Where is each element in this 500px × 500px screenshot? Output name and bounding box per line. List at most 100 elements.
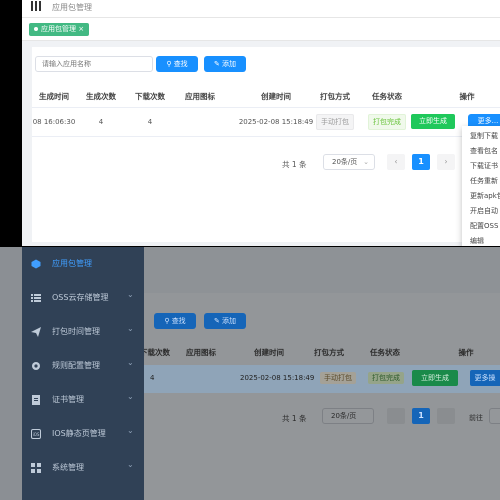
sidebar-item-rules[interactable]: 规则配置管理 ⌄ bbox=[22, 349, 144, 383]
more-button[interactable]: 更多操 bbox=[470, 370, 500, 386]
next-page-button[interactable]: › bbox=[437, 154, 455, 170]
chevron-down-icon: ⌄ bbox=[127, 290, 134, 299]
svg-text:iOS: iOS bbox=[33, 432, 40, 437]
created-time-cell: 2025-02-08 15:18:49 bbox=[240, 374, 315, 382]
package-icon bbox=[31, 259, 41, 269]
column-header[interactable]: 操作 bbox=[446, 345, 486, 361]
prev-page-button[interactable]: ‹ bbox=[387, 154, 405, 170]
sidebar: 应用包管理 OSS云存储管理 ⌄ 打包时间管理 ⌄ 规则配置管理 ⌄ 证书管理 … bbox=[22, 247, 144, 500]
chevron-down-icon: ⌄ bbox=[127, 324, 134, 333]
menu-item-copy-download[interactable]: 复制下载 bbox=[470, 131, 498, 141]
generate-now-button[interactable]: 立即生成 bbox=[411, 114, 455, 129]
gen-count-cell: 4 bbox=[98, 118, 104, 126]
column-header[interactable]: 下载次数 bbox=[126, 87, 174, 107]
certificate-icon bbox=[32, 395, 40, 405]
menu-item-config-oss[interactable]: 配置OSS bbox=[470, 221, 498, 231]
sidebar-item-label: 应用包管理 bbox=[52, 259, 92, 268]
add-button-label: 添加 bbox=[222, 60, 237, 68]
pack-mode-badge: 手动打包 bbox=[320, 372, 356, 384]
column-header[interactable]: 应用图标 bbox=[176, 345, 226, 361]
column-header[interactable]: 操作 bbox=[447, 87, 487, 107]
pack-mode-badge: 手动打包 bbox=[316, 114, 354, 130]
table-row[interactable]: 08 16:06:30 4 4 2025-02-08 15:18:49 手动打包… bbox=[32, 108, 500, 137]
generate-now-button[interactable]: 立即生成 bbox=[412, 370, 458, 386]
column-header[interactable]: 任务状态 bbox=[362, 87, 412, 107]
column-header[interactable]: 应用图标 bbox=[174, 87, 226, 107]
column-header[interactable]: 任务状态 bbox=[360, 345, 410, 361]
download-count-cell: 4 bbox=[147, 118, 153, 126]
column-header[interactable]: 生成时间 bbox=[32, 87, 76, 107]
search-input[interactable] bbox=[35, 56, 153, 72]
dimmed-main-box bbox=[144, 293, 500, 500]
goto-label: 前往 bbox=[469, 414, 483, 422]
gen-time-cell: 08 16:06:30 bbox=[32, 118, 76, 126]
menu-item-edit[interactable]: 编辑 bbox=[470, 236, 484, 246]
page-size-select[interactable]: 20条/页 bbox=[322, 408, 374, 424]
tag-label: 应用包管理 bbox=[41, 25, 76, 33]
search-icon: ⚲ bbox=[164, 317, 170, 325]
column-header[interactable]: 打包方式 bbox=[310, 87, 360, 107]
edit-icon: ✎ bbox=[213, 317, 220, 325]
gear-icon bbox=[32, 362, 40, 370]
chevron-down-icon: ⌄ bbox=[127, 426, 134, 435]
sidebar-item-app-package[interactable]: 应用包管理 bbox=[22, 247, 144, 281]
sidebar-item-pack-time[interactable]: 打包时间管理 ⌄ bbox=[22, 315, 144, 349]
tags-view-bar: 应用包管理 × bbox=[22, 18, 500, 41]
prev-page-button[interactable] bbox=[387, 408, 405, 424]
tag-dot-icon bbox=[34, 27, 38, 31]
sidebar-item-system[interactable]: 系统管理 ⌄ bbox=[22, 451, 144, 485]
status-badge: 打包完成 bbox=[368, 114, 406, 130]
add-button-label: 添加 bbox=[222, 317, 237, 325]
table-row[interactable]: 4 2025-02-08 15:18:49 手动打包 打包完成 立即生成 更多操 bbox=[144, 365, 500, 393]
chevron-down-icon: ⌄ bbox=[127, 358, 134, 367]
sidebar-item-label: 系统管理 bbox=[52, 463, 84, 472]
tag-app-package[interactable]: 应用包管理 × bbox=[29, 23, 90, 36]
top-screenshot-panel: 应用包管理 应用包管理 × ⚲ 查找 ✎ 添加 生成时间 生成次数 下载次数 应… bbox=[22, 0, 500, 246]
more-actions-menu: 复制下载 查看包名 下载证书 任务重新 更新apk包 开启自动 配置OSS 编辑 bbox=[462, 126, 500, 246]
send-icon bbox=[31, 327, 41, 337]
search-button[interactable]: ⚲ 查找 bbox=[156, 56, 198, 72]
grid-icon bbox=[31, 463, 41, 473]
bottom-screenshot-panel: ⚲ 查找 ✎ 添加 下载次数 应用图标 创建时间 打包方式 任务状态 操作 4 … bbox=[0, 247, 500, 500]
pack-mode-cell: 手动打包 bbox=[310, 108, 360, 136]
page-number[interactable]: 1 bbox=[412, 154, 430, 170]
menu-item-download-cert[interactable]: 下载证书 bbox=[470, 161, 498, 171]
page-size-value: 20条/页 bbox=[332, 158, 358, 166]
page-number[interactable]: 1 bbox=[412, 408, 430, 424]
chevron-down-icon: ⌄ bbox=[127, 460, 134, 469]
search-field[interactable] bbox=[36, 57, 152, 71]
search-button[interactable]: ⚲ 查找 bbox=[154, 313, 196, 329]
sidebar-item-ios-static[interactable]: iOS IOS静态页管理 ⌄ bbox=[22, 417, 144, 451]
sidebar-item-label: IOS静态页管理 bbox=[52, 429, 106, 438]
add-button[interactable]: ✎ 添加 bbox=[204, 56, 246, 72]
column-header[interactable]: 创建时间 bbox=[244, 345, 294, 361]
menu-item-retask[interactable]: 任务重新 bbox=[470, 176, 498, 186]
table-header: 下载次数 应用图标 创建时间 打包方式 任务状态 操作 bbox=[140, 345, 500, 361]
column-header[interactable]: 打包方式 bbox=[304, 345, 354, 361]
menu-item-auto-enable[interactable]: 开启自动 bbox=[470, 206, 498, 216]
page-size-select[interactable]: 20条/页 ⌄ bbox=[323, 154, 375, 170]
ios-icon: iOS bbox=[31, 429, 41, 439]
hamburger-icon[interactable] bbox=[31, 1, 43, 11]
page-size-value: 20条/页 bbox=[331, 412, 357, 420]
goto-input[interactable] bbox=[489, 408, 500, 424]
menu-item-update-apk[interactable]: 更新apk包 bbox=[470, 191, 500, 201]
sidebar-item-oss[interactable]: OSS云存储管理 ⌄ bbox=[22, 281, 144, 315]
pagination-total: 共 1 条 bbox=[282, 160, 307, 169]
sidebar-item-certificates[interactable]: 证书管理 ⌄ bbox=[22, 383, 144, 417]
pagination-total: 共 1 条 bbox=[282, 414, 307, 423]
table-header: 生成时间 生成次数 下载次数 应用图标 创建时间 打包方式 任务状态 操作 bbox=[32, 87, 500, 108]
sidebar-item-label: OSS云存储管理 bbox=[52, 293, 109, 302]
list-icon bbox=[31, 294, 41, 302]
add-button[interactable]: ✎ 添加 bbox=[204, 313, 246, 329]
search-button-label: 查找 bbox=[171, 317, 186, 325]
app-icon-cell bbox=[174, 108, 226, 136]
status-cell: 打包完成 bbox=[362, 108, 412, 136]
close-icon[interactable]: × bbox=[78, 25, 84, 33]
breadcrumb: 应用包管理 bbox=[52, 3, 92, 12]
next-page-button[interactable] bbox=[437, 408, 455, 424]
menu-item-view-package[interactable]: 查看包名 bbox=[470, 146, 498, 156]
dimmed-content: ⚲ 查找 ✎ 添加 下载次数 应用图标 创建时间 打包方式 任务状态 操作 4 … bbox=[140, 247, 500, 500]
chevron-down-icon: ⌄ bbox=[127, 392, 134, 401]
column-header[interactable]: 生成次数 bbox=[76, 87, 126, 107]
